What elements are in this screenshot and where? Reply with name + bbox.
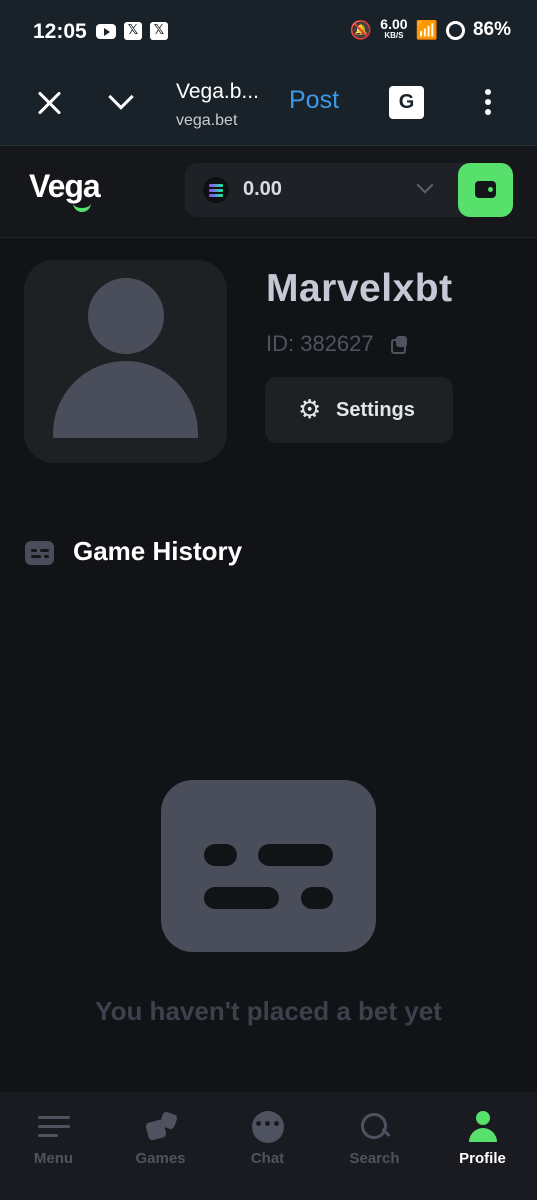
post-button[interactable]: Post [289, 86, 339, 115]
game-history-icon [25, 541, 54, 565]
bottom-nav: Menu Games Chat Search Profile [0, 1092, 537, 1200]
page-title[interactable]: Vega.b... [176, 80, 259, 104]
translate-icon[interactable]: G [389, 86, 424, 119]
logo-swoosh [73, 203, 91, 212]
dice-icon [145, 1111, 177, 1143]
gear-icon: ⚙ [298, 395, 322, 425]
balance-selector[interactable]: 0.00 [185, 163, 513, 217]
x-app-icon: 𝕏 [124, 22, 142, 40]
profile-icon [467, 1111, 499, 1143]
avatar [24, 260, 227, 463]
nav-item-menu[interactable]: Menu [0, 1092, 107, 1192]
mute-icon: 🔕 [349, 19, 373, 40]
empty-state-message: You haven't placed a bet yet [95, 996, 442, 1026]
vega-logo[interactable]: Vega [29, 168, 101, 205]
nav-item-search[interactable]: Search [321, 1092, 428, 1192]
wifi-icon: 📶 [415, 19, 438, 40]
solana-icon [203, 177, 229, 203]
status-bar: 12:05 𝕏 𝕏 🔕 6.00 KB/S 📶 86% [0, 0, 537, 62]
more-options-icon[interactable] [485, 89, 491, 117]
copy-icon[interactable] [391, 336, 407, 354]
youtube-icon [96, 23, 116, 39]
chat-icon [251, 1111, 284, 1143]
search-icon [359, 1111, 391, 1143]
page-url[interactable]: vega.bet [176, 112, 237, 130]
chevron-down-icon[interactable] [108, 86, 134, 112]
user-id: ID: 382627 [266, 331, 374, 356]
empty-state-icon [161, 780, 376, 952]
battery-level: 86% [472, 19, 511, 40]
nav-label: Profile [459, 1150, 506, 1167]
section-title: Game History [73, 536, 243, 566]
close-icon[interactable] [36, 90, 62, 116]
settings-label: Settings [336, 399, 415, 421]
nav-item-games[interactable]: Games [107, 1092, 214, 1192]
nav-label: Menu [33, 1150, 74, 1167]
nav-item-chat[interactable]: Chat [214, 1092, 321, 1192]
settings-button[interactable]: ⚙ Settings [265, 377, 453, 443]
status-time: 12:05 [33, 20, 87, 43]
x-app-icon: 𝕏 [150, 22, 168, 40]
battery-icon [445, 20, 465, 40]
nav-label: Chat [250, 1150, 285, 1167]
network-speed: 6.00 KB/S [380, 16, 408, 40]
notification-icons: 𝕏 𝕏 [96, 22, 168, 40]
browser-toolbar: Vega.b... vega.bet Post G [0, 62, 537, 146]
nav-label: Search [349, 1150, 400, 1167]
menu-icon [37, 1111, 70, 1143]
username: Marvelxbt [266, 267, 453, 310]
chevron-down-icon[interactable] [416, 176, 434, 194]
wallet-button[interactable] [458, 163, 513, 217]
nav-item-profile[interactable]: Profile [429, 1092, 536, 1192]
balance-amount: 0.00 [243, 178, 282, 200]
system-icons: 🔕 6.00 KB/S 📶 86% [349, 16, 511, 42]
site-header: Vega 0.00 [0, 146, 537, 238]
nav-label: Games [135, 1150, 186, 1167]
